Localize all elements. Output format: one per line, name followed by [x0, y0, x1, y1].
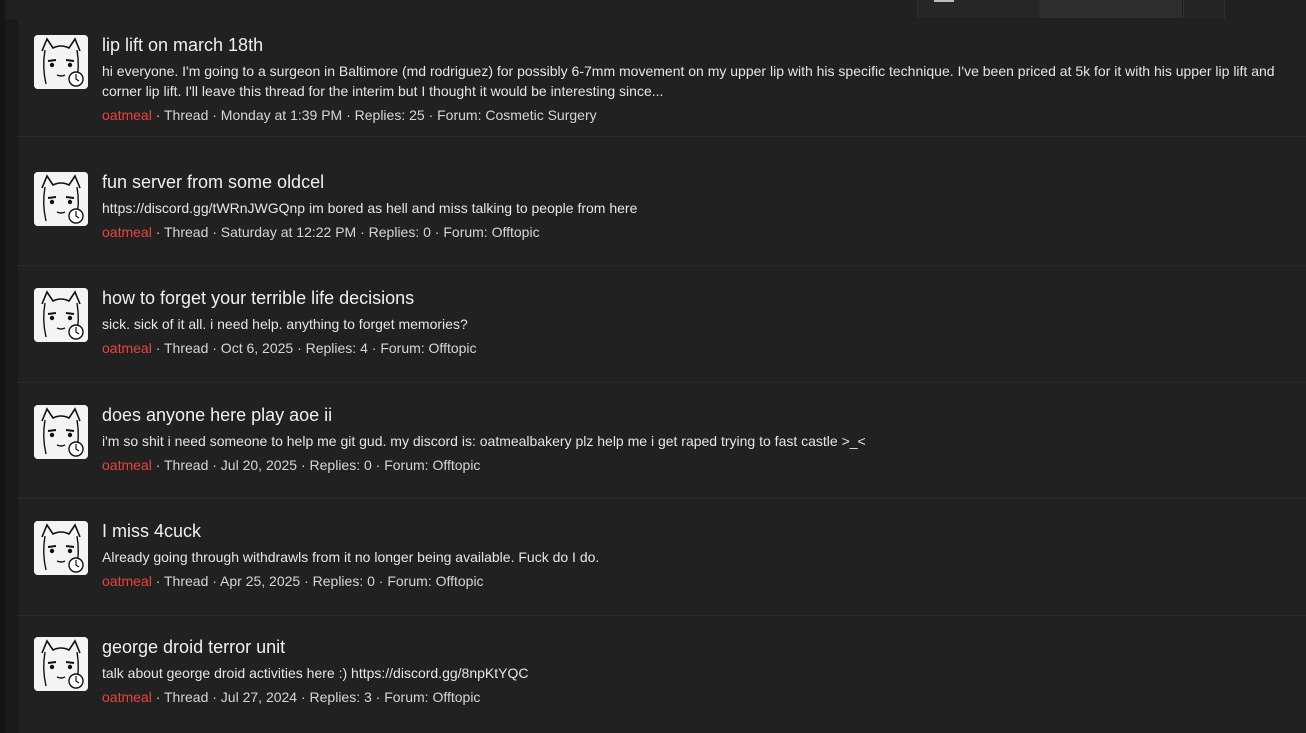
- thread-meta: oatmeal · Thread · Monday at 1:39 PM · R…: [102, 105, 1306, 125]
- thread-meta-text: · Thread · Jul 20, 2025 · Replies: 0 · F…: [151, 457, 481, 473]
- page: lip lift on march 18th hi everyone. I'm …: [0, 0, 1306, 733]
- thread-meta: oatmeal · Thread · Saturday at 12:22 PM …: [102, 222, 1306, 242]
- thread-meta: oatmeal · Thread · Apr 25, 2025 · Replie…: [102, 571, 1306, 591]
- author-link[interactable]: oatmeal: [102, 573, 152, 589]
- thread-meta: oatmeal · Thread · Oct 6, 2025 · Replies…: [102, 338, 1306, 358]
- thread-meta-text: · Thread · Apr 25, 2025 · Replies: 0 · F…: [151, 573, 484, 589]
- author-link[interactable]: oatmeal: [102, 340, 152, 356]
- search-results-list: lip lift on march 18th hi everyone. I'm …: [18, 20, 1306, 733]
- left-gutter: [0, 0, 5, 733]
- author-link[interactable]: oatmeal: [102, 107, 152, 123]
- thread-title[interactable]: does anyone here play aoe ii: [102, 404, 1306, 426]
- list-item: george droid terror unit talk about geor…: [18, 615, 1306, 731]
- list-item: I miss 4cuck Already going through withd…: [18, 499, 1306, 616]
- thread-snippet: talk about george droid activities here …: [102, 665, 529, 681]
- avatar-icon: [34, 521, 88, 575]
- thread-meta-text: · Thread · Saturday at 12:22 PM · Replie…: [151, 224, 540, 240]
- thread-snippet: i'm so shit i need someone to help me gi…: [102, 433, 866, 449]
- toolbar-icon: [934, 0, 954, 2]
- thread-meta-text: · Thread · Monday at 1:39 PM · Replies: …: [151, 107, 597, 123]
- thread-snippet: https://discord.gg/tWRnJWGQnp im bored a…: [102, 200, 638, 216]
- avatar[interactable]: [34, 35, 88, 89]
- avatar[interactable]: [34, 288, 88, 342]
- thread-snippet: Already going through withdrawls from it…: [102, 549, 600, 565]
- thread-title[interactable]: I miss 4cuck: [102, 520, 1306, 542]
- top-toolbar: [5, 0, 1306, 21]
- avatar[interactable]: [34, 405, 88, 459]
- toolbar-tab-3[interactable]: [1183, 0, 1225, 18]
- avatar-icon: [34, 637, 88, 691]
- thread-meta-text: · Thread · Jul 27, 2024 · Replies: 3 · F…: [151, 689, 481, 705]
- list-item: fun server from some oldcel https://disc…: [18, 149, 1306, 266]
- avatar-icon: [34, 405, 88, 459]
- avatar-icon: [34, 35, 88, 89]
- avatar[interactable]: [34, 172, 88, 226]
- author-link[interactable]: oatmeal: [102, 224, 152, 240]
- thread-snippet: sick. sick of it all. i need help. anyth…: [102, 316, 468, 332]
- list-item: lip lift on march 18th hi everyone. I'm …: [18, 20, 1306, 137]
- avatar-icon: [34, 172, 88, 226]
- list-item: does anyone here play aoe ii i'm so shit…: [18, 382, 1306, 499]
- avatar[interactable]: [34, 637, 88, 691]
- thread-meta-text: · Thread · Oct 6, 2025 · Replies: 4 · Fo…: [151, 340, 477, 356]
- avatar-icon: [34, 288, 88, 342]
- thread-meta: oatmeal · Thread · Jul 20, 2025 · Replie…: [102, 455, 1306, 475]
- thread-title[interactable]: how to forget your terrible life decisio…: [102, 287, 1306, 309]
- thread-meta: oatmeal · Thread · Jul 27, 2024 · Replie…: [102, 687, 1306, 707]
- avatar[interactable]: [34, 521, 88, 575]
- thread-title[interactable]: george droid terror unit: [102, 636, 1306, 658]
- toolbar-tab-2[interactable]: [1039, 0, 1182, 18]
- thread-snippet: hi everyone. I'm going to a surgeon in B…: [102, 63, 1275, 99]
- toolbar-tab-1[interactable]: [917, 0, 1040, 18]
- list-item: how to forget your terrible life decisio…: [18, 266, 1306, 383]
- author-link[interactable]: oatmeal: [102, 689, 152, 705]
- author-link[interactable]: oatmeal: [102, 457, 152, 473]
- thread-title[interactable]: lip lift on march 18th: [102, 34, 1306, 56]
- thread-title[interactable]: fun server from some oldcel: [102, 171, 1306, 193]
